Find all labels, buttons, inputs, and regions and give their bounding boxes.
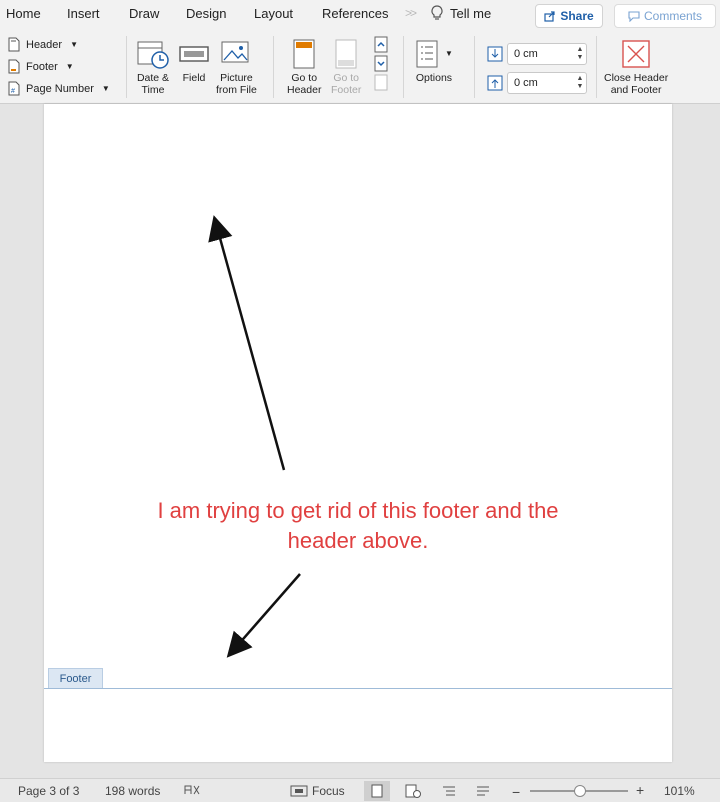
footer-position-row: 0 cm ▲ ▼ — [487, 72, 587, 94]
lightbulb-icon — [431, 5, 443, 20]
field-label: Field — [182, 72, 206, 84]
footer-position-value: 0 cm — [514, 77, 538, 89]
print-layout-view-button[interactable] — [364, 781, 390, 801]
annotation-arrows — [208, 215, 301, 658]
footer-page-icon — [8, 59, 20, 74]
footer-position-stepper[interactable]: 0 cm ▲ ▼ — [507, 72, 587, 94]
go-to-footer-label: Go to Footer — [331, 72, 362, 96]
draft-view-button[interactable] — [470, 781, 496, 801]
zoom-out-button[interactable]: − — [512, 784, 520, 800]
options-button[interactable]: ▼ Options — [415, 36, 453, 84]
ribbon-separator — [596, 36, 597, 98]
annotation-text: I am trying to get rid of this footer an… — [157, 498, 559, 553]
close-header-footer-button[interactable]: Close Header and Footer — [604, 36, 668, 96]
close-header-footer-label: Close Header and Footer — [604, 72, 669, 96]
chevron-down-icon: ▼ — [70, 40, 78, 49]
share-icon — [544, 11, 555, 22]
page-count[interactable]: Page 3 of 3 — [18, 784, 79, 798]
stepper-arrows-icon[interactable]: ▲ ▼ — [574, 46, 586, 62]
svg-text:#: # — [11, 88, 15, 95]
header-page-icon — [8, 37, 20, 52]
status-bar: Page 3 of 3 198 words Focus − + 101% — [0, 778, 720, 802]
header-position-stepper[interactable]: 0 cm ▲ ▼ — [507, 43, 587, 65]
date-time-label: Date & Time — [136, 72, 170, 96]
go-to-footer-icon — [335, 39, 357, 69]
tab-insert[interactable]: Insert — [67, 6, 100, 21]
header-label: Header — [26, 38, 63, 51]
footer-divider — [44, 688, 672, 689]
next-section-icon[interactable] — [374, 55, 388, 72]
close-icon — [622, 40, 650, 68]
link-to-previous-icon[interactable] — [374, 74, 388, 91]
document-page[interactable]: I am trying to get rid of this footer an… — [44, 104, 672, 762]
options-label: Options — [415, 72, 453, 84]
chevron-down-icon: ▼ — [101, 84, 110, 93]
focus-icon — [290, 785, 308, 797]
share-label: Share — [560, 9, 594, 23]
field-button[interactable]: Field — [178, 36, 210, 84]
proofing-icon[interactable] — [184, 784, 200, 796]
picture-from-file-label: Picture from File — [216, 72, 257, 96]
footer-dropdown[interactable]: Footer ▼ — [8, 59, 74, 74]
options-list-icon — [416, 40, 438, 68]
header-position-value: 0 cm — [514, 48, 538, 60]
header-position-row: 0 cm ▲ ▼ — [487, 43, 587, 65]
focus-mode-button[interactable]: Focus — [290, 784, 345, 798]
footer-area-tab: Footer — [48, 668, 103, 688]
comments-button[interactable]: Comments — [614, 4, 716, 28]
more-tabs-chevron-icon[interactable]: >> — [405, 6, 417, 20]
tab-draw[interactable]: Draw — [129, 6, 159, 21]
zoom-slider[interactable] — [530, 785, 628, 797]
picture-icon — [221, 41, 249, 63]
share-button[interactable]: Share — [535, 4, 603, 28]
zoom-slider-handle[interactable] — [574, 785, 586, 797]
footer-from-bottom-icon — [487, 75, 503, 91]
tab-layout[interactable]: Layout — [254, 6, 293, 21]
word-count[interactable]: 198 words — [105, 784, 160, 798]
comment-icon — [628, 11, 640, 22]
picture-from-file-button[interactable]: Picture from File — [216, 36, 257, 96]
focus-label: Focus — [312, 784, 345, 798]
page-number-label: Page Number — [26, 82, 94, 95]
ribbon-header-footer: Header ▼ Footer ▼ # Page Number ▼ Date & Ti… — [0, 30, 720, 104]
field-icon — [179, 46, 209, 62]
page-number-dropdown[interactable]: # Page Number ▼ — [8, 81, 110, 96]
zoom-level[interactable]: 101% — [664, 784, 695, 798]
tab-home[interactable]: Home — [6, 6, 41, 21]
stepper-arrows-icon[interactable]: ▲ ▼ — [574, 75, 586, 91]
go-to-header-button[interactable]: Go to Header — [287, 36, 321, 96]
chevron-down-icon: ▼ — [65, 62, 74, 71]
footer-label: Footer — [26, 60, 58, 73]
web-layout-icon — [405, 784, 421, 798]
ribbon-tab-bar: Home Insert Draw Design Layout Reference… — [0, 0, 720, 30]
tab-references[interactable]: References — [322, 6, 388, 21]
ribbon-separator — [126, 36, 127, 98]
previous-section-icon[interactable] — [374, 36, 388, 53]
zoom-in-button[interactable]: + — [636, 782, 644, 798]
ribbon-separator — [403, 36, 404, 98]
chevron-down-icon: ▼ — [445, 49, 453, 58]
ribbon-separator — [474, 36, 475, 98]
tab-design[interactable]: Design — [186, 6, 226, 21]
date-time-button[interactable]: Date & Time — [136, 36, 170, 96]
navigation-arrows — [374, 36, 388, 91]
header-dropdown[interactable]: Header ▼ — [8, 37, 78, 52]
go-to-header-icon — [293, 39, 315, 69]
web-layout-view-button[interactable] — [400, 781, 426, 801]
arrow-to-header — [208, 215, 286, 471]
outline-icon — [443, 786, 455, 796]
calendar-clock-icon — [137, 41, 169, 69]
go-to-footer-button[interactable]: Go to Footer — [331, 36, 361, 96]
ribbon-separator — [273, 36, 274, 98]
comments-label: Comments — [643, 9, 702, 23]
draft-icon — [477, 786, 489, 796]
tell-me-search[interactable]: Tell me — [430, 5, 491, 21]
arrow-to-footer — [226, 573, 301, 658]
go-to-header-label: Go to Header — [287, 72, 322, 96]
print-layout-icon — [371, 784, 383, 798]
outline-view-button[interactable] — [436, 781, 462, 801]
page-number-icon: # — [8, 81, 20, 96]
tell-me-label: Tell me — [450, 5, 492, 21]
header-from-top-icon — [487, 46, 503, 62]
